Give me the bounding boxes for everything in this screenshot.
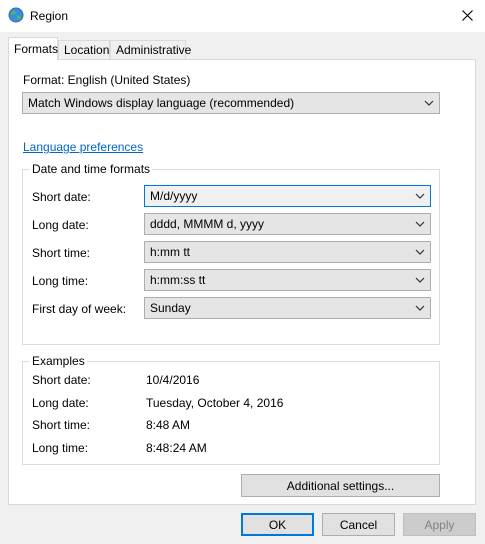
short-date-select[interactable]: M/d/yyyy — [144, 185, 431, 207]
short-time-label: Short time: — [32, 246, 91, 260]
first-day-of-week-label: First day of week: — [32, 302, 127, 316]
cancel-button[interactable]: Cancel — [322, 513, 395, 536]
tab-formats[interactable]: Formats — [8, 37, 58, 60]
tab-location[interactable]: Location — [58, 40, 110, 59]
example-long-time-label: Long time: — [32, 441, 89, 455]
ok-button[interactable]: OK — [241, 513, 314, 536]
tab-administrative[interactable]: Administrative — [110, 40, 191, 59]
short-time-select[interactable]: h:mm tt — [144, 241, 431, 263]
format-label: Format: English (United States) — [23, 73, 191, 87]
chevron-down-icon — [415, 277, 425, 283]
chevron-down-icon — [415, 305, 425, 311]
example-short-date-value: 10/4/2016 — [146, 373, 200, 387]
chevron-down-icon — [415, 249, 425, 255]
example-long-date-value: Tuesday, October 4, 2016 — [146, 396, 284, 410]
long-time-select[interactable]: h:mm:ss tt — [144, 269, 431, 291]
example-long-time-value: 8:48:24 AM — [146, 441, 207, 455]
language-preferences-link[interactable]: Language preferences — [23, 140, 143, 154]
long-date-select[interactable]: dddd, MMMM d, yyyy — [144, 213, 431, 235]
date-time-formats-title: Date and time formats — [30, 162, 153, 176]
window-title: Region — [30, 9, 69, 23]
long-date-label: Long date: — [32, 218, 89, 232]
example-short-time-label: Short time: — [32, 418, 91, 432]
chevron-down-icon — [415, 193, 425, 199]
long-time-label: Long time: — [32, 274, 89, 288]
example-long-date-label: Long date: — [32, 396, 89, 410]
chevron-down-icon — [424, 100, 434, 106]
short-date-label: Short date: — [32, 190, 91, 204]
title-bar — [0, 0, 485, 32]
globe-icon — [8, 7, 24, 23]
example-short-time-value: 8:48 AM — [146, 418, 191, 432]
first-day-of-week-select[interactable]: Sunday — [144, 297, 431, 319]
apply-button[interactable]: Apply — [403, 513, 476, 536]
chevron-down-icon — [415, 221, 425, 227]
additional-settings-button[interactable]: Additional settings... — [241, 474, 440, 497]
close-button[interactable] — [452, 4, 482, 26]
example-short-date-label: Short date: — [32, 373, 91, 387]
close-icon — [461, 9, 473, 21]
format-select[interactable]: Match Windows display language (recommen… — [22, 92, 440, 114]
examples-title: Examples — [30, 354, 87, 368]
